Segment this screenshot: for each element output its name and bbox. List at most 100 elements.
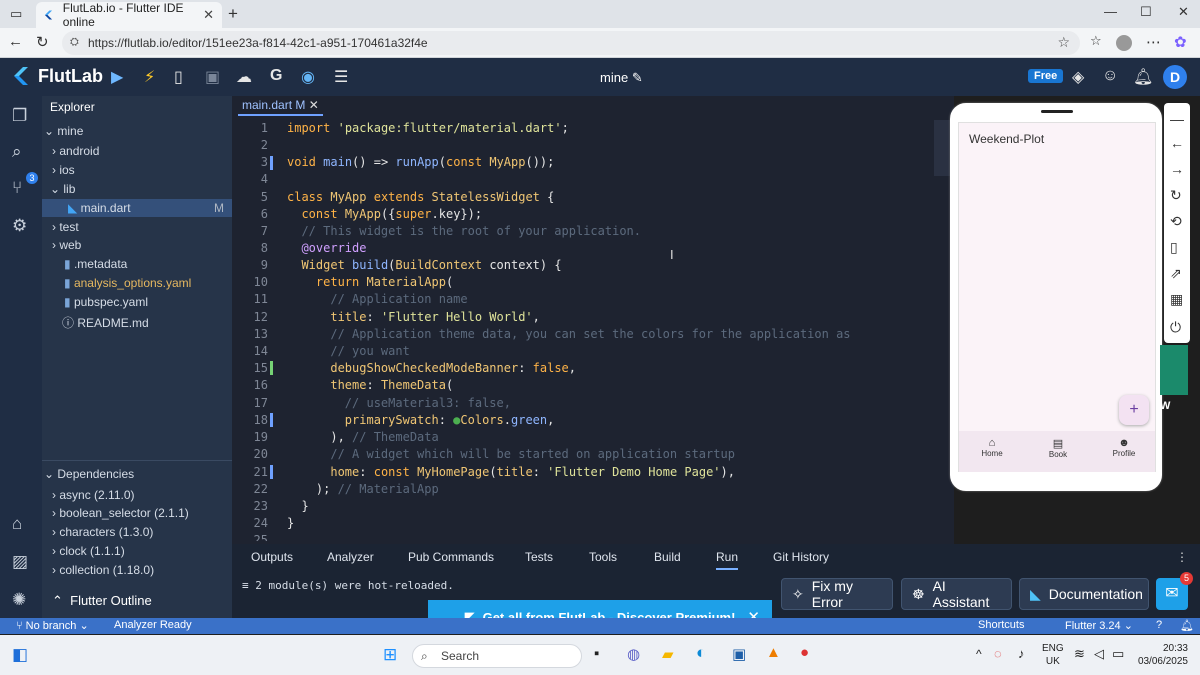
tab-actions-icon[interactable]: ▭ (10, 6, 22, 22)
dependency-item[interactable]: › collection (1.18.0) (52, 563, 154, 577)
nav-profile[interactable]: ☻ Profile (1107, 437, 1141, 458)
wifi-icon[interactable]: ≋ (1074, 646, 1085, 662)
help-icon[interactable]: ? (1156, 619, 1162, 631)
folder-ios[interactable]: › ios (52, 163, 75, 177)
browser-tab[interactable]: FlutLab.io - Flutter IDE online ✕ (36, 1, 222, 29)
minimize-icon[interactable]: — (1104, 4, 1117, 19)
project-name[interactable]: mine ✎ (600, 70, 643, 86)
folder-android[interactable]: › android (52, 144, 99, 158)
rotate-icon[interactable]: ⟲ (1170, 213, 1182, 230)
layers-icon[interactable]: ◈ (1072, 67, 1084, 87)
back-nav-icon[interactable]: ← (1170, 135, 1184, 151)
favorites-icon[interactable]: ☆ (1090, 33, 1102, 49)
file-analysis-options[interactable]: ▮ analysis_options.yaml (64, 276, 191, 290)
tab-git-history[interactable]: Git History (773, 550, 829, 564)
source-control-icon[interactable]: ⑂ (12, 178, 22, 198)
nav-home[interactable]: ⌂ Home (975, 437, 1009, 458)
back-icon[interactable]: ← (8, 33, 23, 50)
shortcuts-link[interactable]: Shortcuts (978, 619, 1024, 631)
more-options-icon[interactable]: ⋮ (1176, 550, 1188, 564)
files-icon[interactable]: ❐ (12, 106, 27, 126)
hot-reload-icon[interactable]: ⚡ (144, 67, 155, 87)
menu-icon[interactable]: ☰ (334, 67, 348, 87)
url-field[interactable]: ⛭ https://flutlab.io/editor/151ee23a-f81… (62, 31, 1080, 55)
tab-outputs[interactable]: Outputs (251, 550, 293, 564)
device-frame-icon[interactable]: ▯ (1170, 239, 1178, 256)
folder-mine[interactable]: ⌄ mine (44, 124, 83, 138)
new-tab-icon[interactable]: + (228, 4, 238, 24)
dependency-item[interactable]: › boolean_selector (2.1.1) (52, 506, 189, 520)
file-metadata[interactable]: ▮ .metadata (64, 257, 127, 271)
tab-main-dart[interactable]: main.dart M ✕ (238, 98, 323, 116)
dependency-item[interactable]: › async (2.11.0) (52, 488, 135, 502)
more-icon[interactable]: ⋯ (1146, 33, 1161, 51)
maximize-icon[interactable]: ☐ (1140, 4, 1152, 20)
dependencies-header[interactable]: ⌄ Dependencies (44, 467, 134, 481)
file-pubspec[interactable]: ▮ pubspec.yaml (64, 295, 148, 309)
store-icon[interactable]: ▣ (732, 645, 746, 663)
tray-app-icon[interactable]: ◌ (994, 646, 1002, 661)
device-icon[interactable]: ▯ (174, 67, 183, 87)
add-user-icon[interactable]: ☺ (1102, 67, 1118, 85)
phone-screen[interactable]: Weekend-Plot + ⌂ Home ▤ Book ☻ Profile (958, 122, 1156, 472)
battery-icon[interactable]: ▭ (1112, 646, 1124, 662)
save-icon[interactable]: ▣ (205, 67, 220, 87)
profile-icon[interactable] (1116, 35, 1132, 51)
dependency-item[interactable]: › clock (1.1.1) (52, 544, 125, 558)
debug-icon[interactable]: ✺ (12, 590, 26, 610)
favorite-star-icon[interactable]: ☆ (1057, 34, 1070, 51)
language-indicator[interactable]: ENG UK (1042, 642, 1064, 668)
forward-nav-icon[interactable]: → (1170, 161, 1184, 177)
file-explorer-icon[interactable]: ▰ (662, 645, 674, 663)
google-icon[interactable]: G (270, 67, 282, 85)
flutter-version-selector[interactable]: Flutter 3.24 ⌄ (1065, 619, 1133, 632)
reload-preview-icon[interactable]: ↻ (1170, 187, 1182, 204)
notifications-icon[interactable]: 🔔︎ (1133, 67, 1153, 87)
tab-run[interactable]: Run (716, 550, 739, 570)
edge-browser-icon[interactable]: ◐ (696, 643, 706, 663)
ai-assistant-button[interactable]: ☸ AI Assistant (901, 578, 1012, 610)
chat-app-icon[interactable]: ◍ (627, 645, 640, 663)
notifications-status-icon[interactable]: 🔔︎ (1180, 619, 1194, 632)
refresh-icon[interactable]: ↻ (36, 33, 49, 51)
avatar[interactable]: D (1163, 65, 1187, 89)
free-badge[interactable]: Free (1028, 69, 1064, 83)
minimize-preview-icon[interactable]: — (1170, 111, 1184, 127)
clock[interactable]: 20:33 03/06/2025 (1134, 642, 1188, 668)
fix-error-button[interactable]: ✧ Fix my Error (781, 578, 893, 610)
folder-test[interactable]: › test (52, 220, 79, 234)
widgets-icon[interactable]: ⌂ (12, 514, 22, 534)
vlc-icon[interactable]: ▲ (766, 644, 781, 661)
qr-code-icon[interactable]: ▦ (1170, 291, 1183, 308)
nav-book[interactable]: ▤ Book (1041, 437, 1075, 459)
chrome-icon[interactable]: ● (800, 644, 809, 661)
tab-build[interactable]: Build (654, 550, 681, 564)
file-main-dart[interactable]: ◣ main.dart M (42, 199, 232, 217)
settings-icon[interactable]: ⚙ (12, 216, 27, 236)
folder-lib[interactable]: ⌄ lib (50, 182, 75, 196)
copilot-icon[interactable]: ✿ (1174, 33, 1187, 51)
task-view-icon[interactable]: ▪ (594, 645, 599, 662)
tab-tests[interactable]: Tests (525, 550, 553, 564)
close-window-icon[interactable]: ✕ (1178, 4, 1189, 20)
branch-selector[interactable]: ⑂ No branch ⌄ (16, 619, 89, 632)
documentation-button[interactable]: ◣ Documentation (1019, 578, 1149, 610)
windows-start-icon[interactable]: ⊞ (383, 645, 397, 665)
close-tab-icon[interactable]: ✕ (203, 7, 214, 23)
close-editor-tab-icon[interactable]: ✕ (309, 98, 319, 112)
tab-tools[interactable]: Tools (589, 550, 617, 564)
tray-overflow-icon[interactable]: ^ (976, 647, 982, 661)
folder-web[interactable]: › web (52, 238, 81, 252)
tab-analyzer[interactable]: Analyzer (327, 550, 374, 564)
tab-pub-commands[interactable]: Pub Commands (408, 550, 494, 564)
power-icon[interactable]: ⏻ (1170, 319, 1181, 336)
firebase-icon[interactable]: ◉ (301, 67, 315, 87)
minimap[interactable] (934, 120, 950, 176)
dependency-item[interactable]: › characters (1.3.0) (52, 525, 153, 539)
images-icon[interactable]: ▨ (12, 552, 28, 572)
search-icon[interactable]: ⌕ (12, 142, 22, 162)
site-info-icon[interactable]: ⛭ (70, 36, 79, 49)
edit-name-icon[interactable]: ✎ (632, 70, 643, 85)
run-icon[interactable]: ▶ (111, 67, 123, 87)
taskbar-search-field[interactable]: ⌕ Search (412, 644, 582, 668)
